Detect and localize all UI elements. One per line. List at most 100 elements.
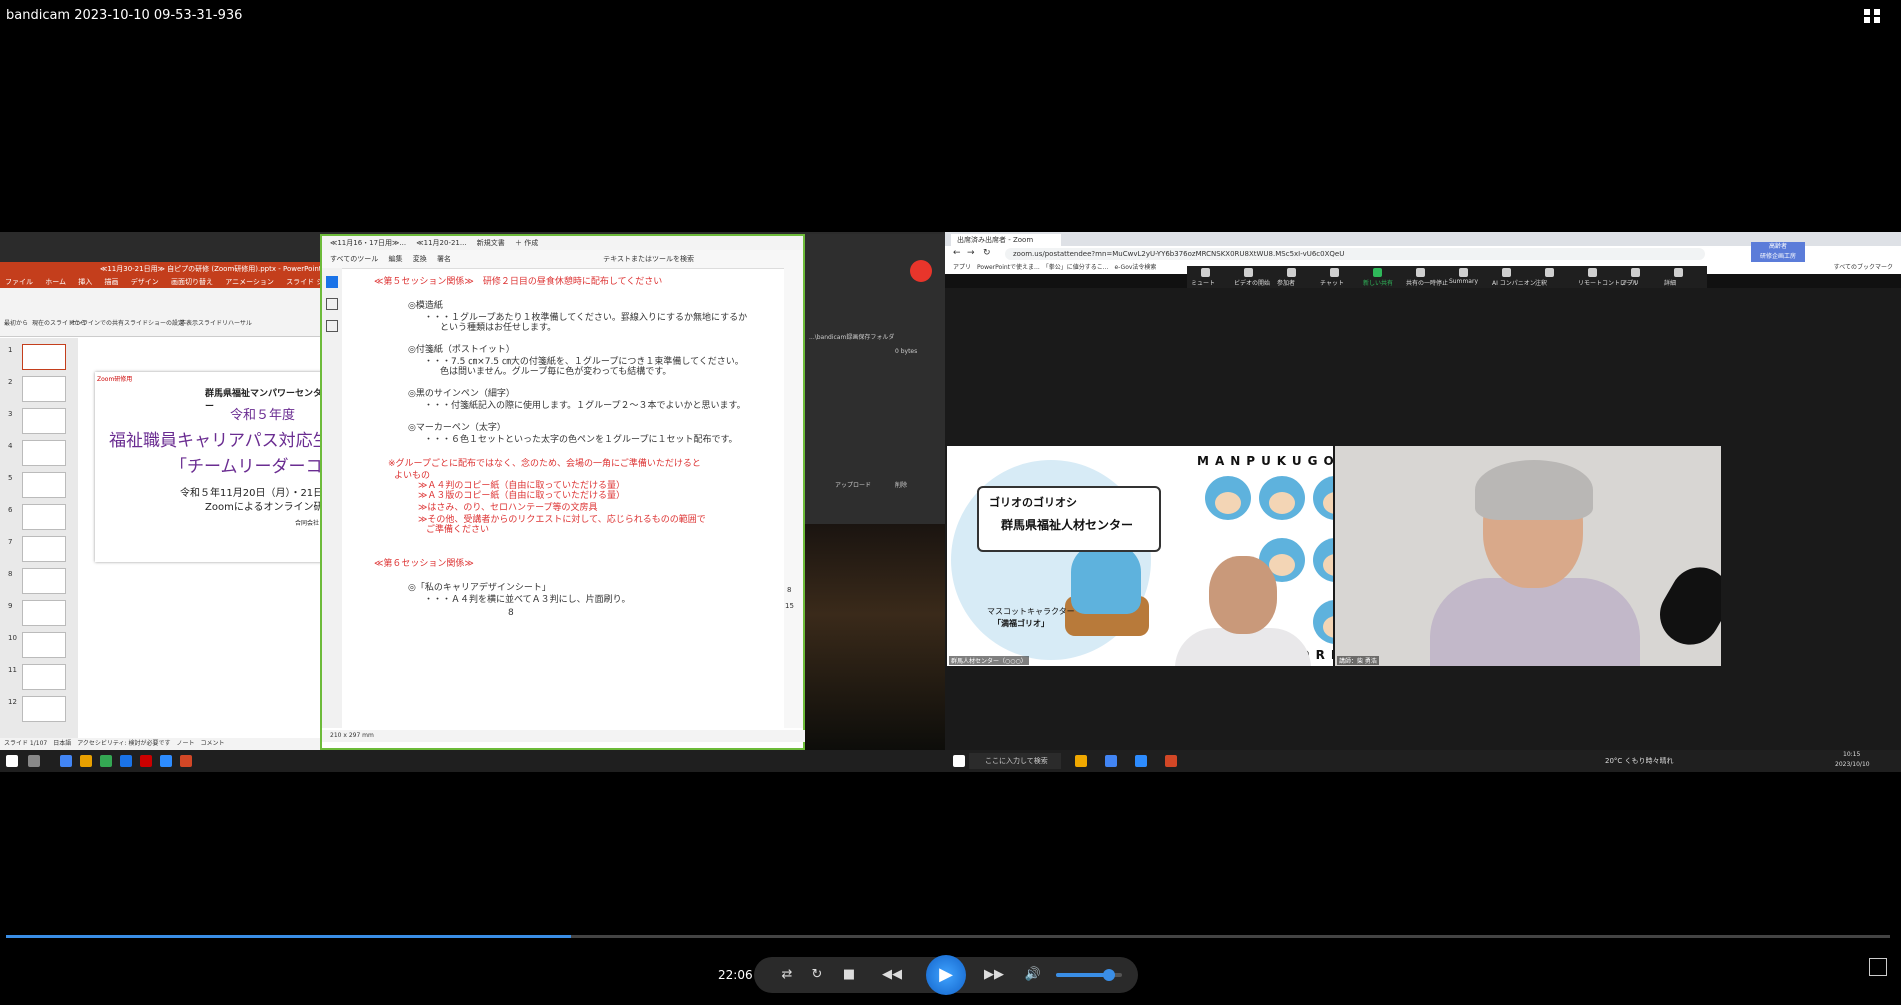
- create-button[interactable]: ＋ 作成: [515, 239, 538, 247]
- bookmarks[interactable]: アプリ PowerPointで使えま... 「拳公」に値分するこ... e-Go…: [953, 264, 1156, 271]
- grid-collapse-icon[interactable]: [1863, 8, 1881, 24]
- app-icon[interactable]: [100, 755, 112, 767]
- zoom-control-icon[interactable]: [1373, 268, 1382, 277]
- ribbon-button[interactable]: スライドショーの設定: [124, 318, 184, 327]
- speaker-icon[interactable]: 🔊: [1024, 966, 1042, 984]
- app-icon[interactable]: [140, 755, 152, 767]
- weather[interactable]: 20°C くもり時々晴れ: [1605, 756, 1674, 766]
- pdf-tab[interactable]: 新規文書: [477, 239, 505, 247]
- zoom-control-label[interactable]: アプリ: [1621, 278, 1639, 287]
- zoom-control-icon[interactable]: [1416, 268, 1425, 277]
- app-icon[interactable]: [1105, 755, 1117, 767]
- slide-thumb[interactable]: [22, 408, 66, 434]
- tool-sign[interactable]: 署名: [437, 255, 451, 263]
- pen-tool-icon[interactable]: [326, 320, 338, 332]
- zoom-control-icon[interactable]: [1244, 268, 1253, 277]
- start-icon[interactable]: [6, 755, 18, 767]
- zoom-control-icon[interactable]: [1502, 268, 1511, 277]
- slide-thumb[interactable]: [22, 600, 66, 626]
- zoom-control-label[interactable]: Summary: [1449, 278, 1478, 285]
- slide-canvas[interactable]: Zoom研修用 群馬県福祉マンパワーセンター 令和５年度 福祉職員キャリアパス対…: [95, 372, 340, 562]
- slide-thumb[interactable]: [22, 472, 66, 498]
- seek-bar[interactable]: [6, 935, 1890, 938]
- tool-all[interactable]: すべてのツール: [330, 255, 378, 263]
- ribbon-button[interactable]: オンラインでの共有: [70, 318, 124, 327]
- zoom-app-icon[interactable]: [160, 755, 172, 767]
- zoom-control-icon[interactable]: [1201, 268, 1210, 277]
- forward-nav-icon[interactable]: →: [967, 248, 975, 258]
- pdf-tab[interactable]: ≪11月16・17日用≫...: [330, 239, 406, 247]
- ppt-tab[interactable]: ファイル: [5, 278, 33, 286]
- back-icon[interactable]: ←: [953, 248, 961, 258]
- slide-thumb[interactable]: [22, 664, 66, 690]
- forward-icon[interactable]: ▶▶: [980, 966, 1008, 984]
- stop-icon[interactable]: ■: [840, 966, 858, 984]
- app-icon[interactable]: [120, 755, 132, 767]
- app-icon[interactable]: [80, 755, 92, 767]
- ppt-tab[interactable]: 画面切り替え: [171, 278, 213, 286]
- taskbar-search[interactable]: ここに入力して検索: [969, 753, 1061, 769]
- browser-tab[interactable]: 出席済み出席者 - Zoom: [951, 234, 1061, 246]
- search-icon[interactable]: [28, 755, 40, 767]
- zoom-control-label[interactable]: 注釈: [1535, 278, 1547, 287]
- tool-edit[interactable]: 編集: [388, 255, 402, 263]
- clock-time[interactable]: 10:15: [1843, 751, 1860, 758]
- extension-badge[interactable]: 高齢者 研修企画工房: [1751, 242, 1805, 264]
- tool-convert[interactable]: 変換: [413, 255, 427, 263]
- volume-slider[interactable]: [1056, 969, 1122, 981]
- upload-button[interactable]: アップロード: [835, 480, 871, 489]
- slide-thumb[interactable]: [22, 504, 66, 530]
- ppt-tab[interactable]: 挿入: [78, 278, 92, 286]
- tool-search[interactable]: テキストまたはツールを検索: [603, 255, 694, 263]
- clock-date[interactable]: 2023/10/10: [1835, 761, 1870, 768]
- ppt-tab[interactable]: アニメーション: [225, 278, 274, 286]
- start-icon[interactable]: [953, 755, 965, 767]
- ppt-tab[interactable]: デザイン: [131, 278, 159, 286]
- refresh-icon[interactable]: ↻: [808, 966, 826, 984]
- slide-thumb[interactable]: [22, 696, 66, 722]
- ppt-tab[interactable]: 描画: [105, 278, 119, 286]
- slide-thumb[interactable]: [22, 568, 66, 594]
- video-tile-shared[interactable]: MANPUKUGORIO UKUGORIO ゴリオのゴリオシ 群馬県福祉人材セン…: [947, 446, 1333, 666]
- zoom-control-label[interactable]: 共有の一時停止: [1406, 278, 1448, 287]
- zoom-control-icon[interactable]: [1588, 268, 1597, 277]
- ppt-tab[interactable]: ホーム: [45, 278, 66, 286]
- slide-thumb[interactable]: [22, 344, 66, 370]
- zoom-control-label[interactable]: チャット: [1320, 278, 1344, 287]
- slide-thumb[interactable]: [22, 376, 66, 402]
- rewind-icon[interactable]: ◀◀: [878, 966, 906, 984]
- all-bookmarks[interactable]: すべてのブックマーク: [1834, 262, 1893, 274]
- address-bar[interactable]: zoom.us/postattendee?mn=MuCwvL2yU-YY6b37…: [1005, 248, 1705, 260]
- ribbon-button[interactable]: 最初から: [4, 318, 28, 327]
- slide-thumb[interactable]: [22, 440, 66, 466]
- zoom-control-label[interactable]: AI コンパニオン: [1492, 278, 1536, 287]
- app-icon[interactable]: [1075, 755, 1087, 767]
- ribbon-button[interactable]: リハーサル: [222, 318, 252, 327]
- repeat-icon[interactable]: ⇄: [778, 966, 796, 984]
- app-icon[interactable]: [60, 755, 72, 767]
- video-tile-speaker[interactable]: 講師：柴 勇浩: [1335, 446, 1721, 666]
- app-icon[interactable]: [1165, 755, 1177, 767]
- zoom-control-icon[interactable]: [1631, 268, 1640, 277]
- expand-icon[interactable]: [1869, 958, 1887, 976]
- zoom-control-icon[interactable]: [1674, 268, 1683, 277]
- delete-button[interactable]: 削除: [895, 480, 907, 489]
- zoom-control-label[interactable]: 新しい共有: [1363, 278, 1393, 287]
- slide-thumb[interactable]: [22, 632, 66, 658]
- slide-thumb[interactable]: [22, 536, 66, 562]
- zoom-control-icon[interactable]: [1459, 268, 1468, 277]
- comment-tool-icon[interactable]: [326, 298, 338, 310]
- cursor-tool-icon[interactable]: [326, 276, 338, 288]
- volume-knob[interactable]: [1102, 969, 1115, 981]
- zoom-control-label[interactable]: 詳細: [1664, 278, 1676, 287]
- zoom-control-icon[interactable]: [1287, 268, 1296, 277]
- zoom-control-icon[interactable]: [1545, 268, 1554, 277]
- ribbon-button[interactable]: 非表示スライド: [180, 318, 222, 327]
- reload-icon[interactable]: ↻: [983, 248, 991, 258]
- zoom-control-label[interactable]: 参加者: [1277, 278, 1295, 287]
- zoom-control-label[interactable]: ビデオの開始: [1234, 278, 1270, 287]
- zoom-control-label[interactable]: ミュート: [1191, 278, 1215, 287]
- zoom-app-icon[interactable]: [1135, 755, 1147, 767]
- pdf-tab[interactable]: ≪11月20-21...: [416, 239, 466, 247]
- zoom-control-icon[interactable]: [1330, 268, 1339, 277]
